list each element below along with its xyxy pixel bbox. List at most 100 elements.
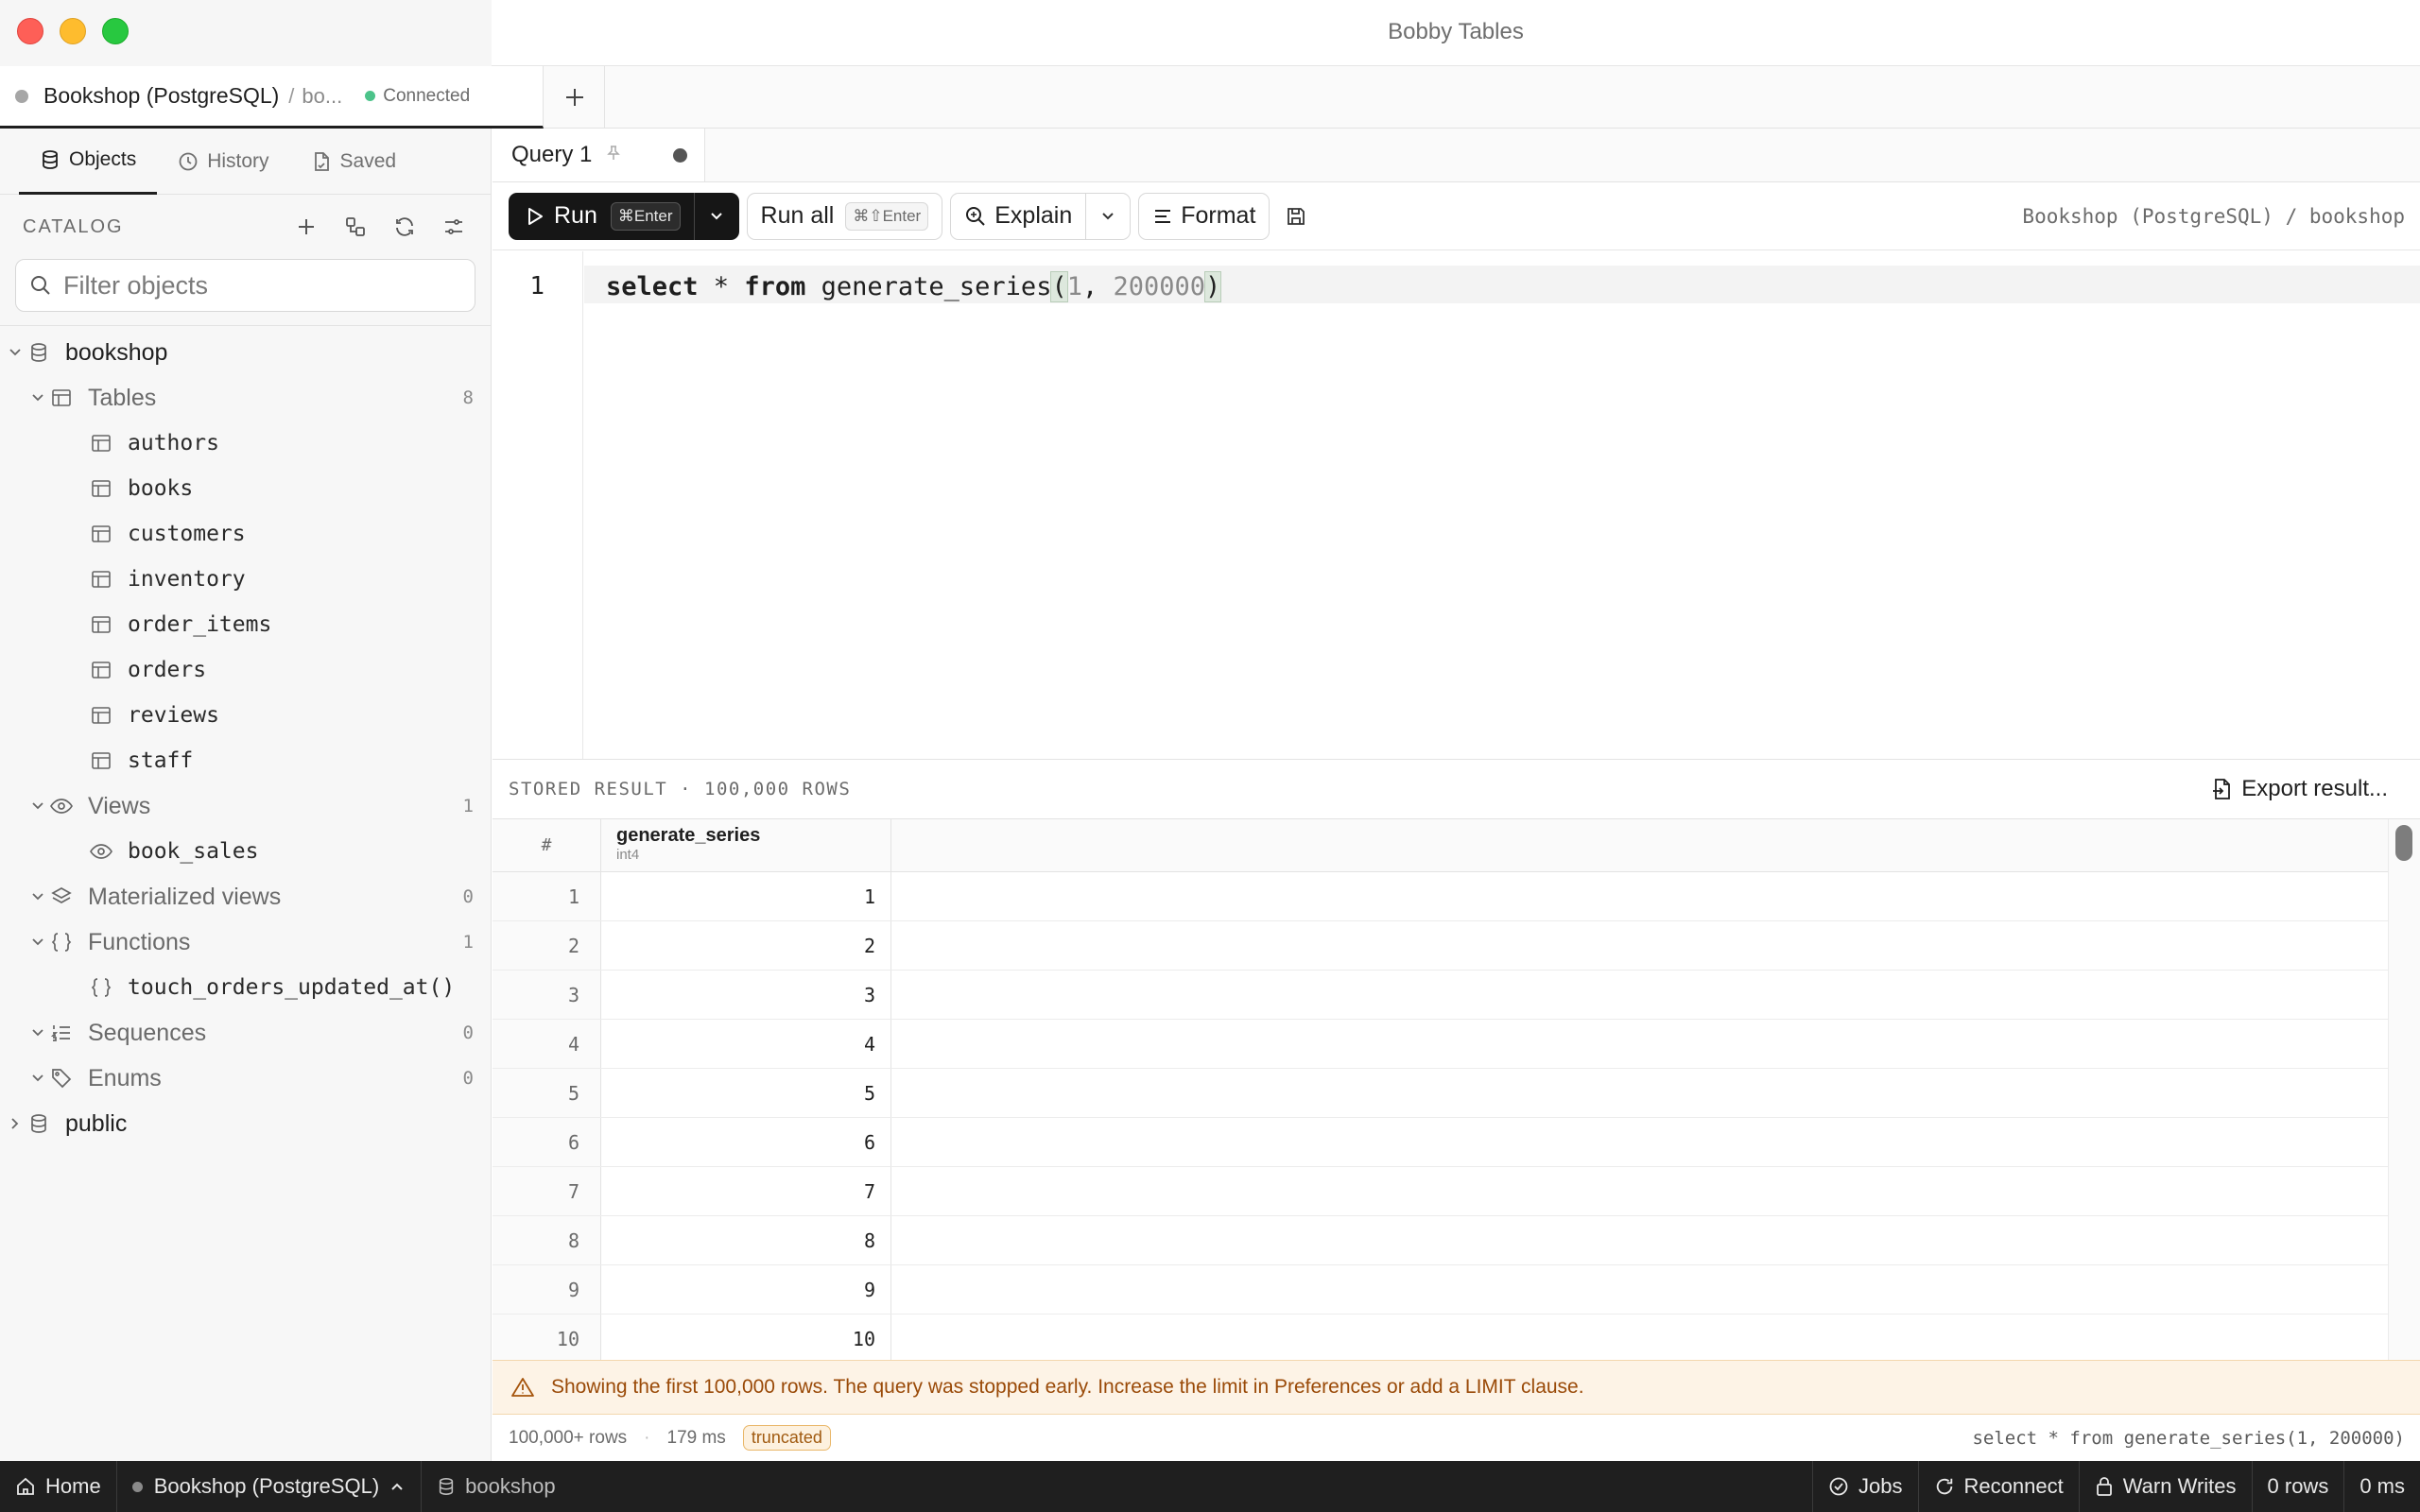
tree-group-functions[interactable]: Functions 1: [0, 919, 491, 965]
table-row[interactable]: 55: [493, 1069, 2420, 1118]
chevron-down-icon[interactable]: [27, 799, 48, 814]
filter-objects-field[interactable]: [15, 259, 475, 312]
sliders-icon: [445, 219, 462, 234]
table-cell[interactable]: 3: [601, 971, 891, 1019]
tab-history[interactable]: History: [157, 129, 289, 195]
pin-icon[interactable]: [605, 142, 622, 168]
tree-function-item[interactable]: touch_orders_updated_at(): [0, 965, 491, 1010]
result-grid[interactable]: # generate_series int4 11223344556677889…: [493, 819, 2420, 1360]
tree-table-item[interactable]: customers: [0, 511, 491, 557]
tree-group-enums[interactable]: Enums 0: [0, 1056, 491, 1101]
connection-switcher[interactable]: Bookshop (PostgreSQL): [117, 1461, 423, 1512]
refresh-icon: [1936, 1478, 1952, 1495]
chevron-down-icon[interactable]: [27, 1025, 48, 1040]
chevron-down-icon[interactable]: [27, 889, 48, 904]
table-cell[interactable]: 7: [601, 1167, 891, 1215]
reconnect-button[interactable]: Reconnect: [1917, 1461, 2079, 1512]
table-row[interactable]: 33: [493, 971, 2420, 1020]
refresh-catalog-button[interactable]: [390, 213, 419, 241]
warning-icon: [511, 1378, 534, 1397]
tree-group-materialized-views[interactable]: Materialized views 0: [0, 874, 491, 919]
chevron-down-icon[interactable]: [27, 1071, 48, 1086]
executed-query-text: select * from generate_series(1, 200000): [1972, 1427, 2405, 1449]
vertical-scrollbar-track[interactable]: [2388, 819, 2420, 1360]
schema-diagram-button[interactable]: [341, 213, 370, 241]
home-button[interactable]: Home: [0, 1461, 117, 1512]
minimize-window-button[interactable]: [60, 18, 86, 44]
close-window-button[interactable]: [17, 18, 43, 44]
table-row[interactable]: 99: [493, 1265, 2420, 1314]
filter-objects-input[interactable]: [63, 270, 460, 301]
export-result-button[interactable]: Export result...: [2211, 776, 2388, 802]
table-row[interactable]: 77: [493, 1167, 2420, 1216]
table-cell[interactable]: 10: [601, 1314, 891, 1360]
tree-table-item[interactable]: orders: [0, 647, 491, 693]
tree-table-item[interactable]: staff: [0, 738, 491, 783]
chevron-down-icon[interactable]: [5, 345, 26, 360]
zoom-window-button[interactable]: [102, 18, 129, 44]
sql-editor[interactable]: 1 select * from generate_series(1, 20000…: [493, 251, 2420, 759]
table-row[interactable]: 44: [493, 1020, 2420, 1069]
run-all-button[interactable]: Run all ⌘⇧Enter: [746, 192, 943, 240]
explain-button[interactable]: Explain: [951, 193, 1087, 239]
result-title: STORED RESULT · 100,000 ROWS: [509, 779, 852, 799]
tab-objects[interactable]: Objects: [19, 129, 158, 195]
truncated-badge: truncated: [742, 1425, 831, 1451]
tree-group-sequences[interactable]: Sequences 0: [0, 1010, 491, 1056]
explain-options-dropdown[interactable]: [1086, 194, 1130, 239]
database-icon: [43, 150, 58, 169]
warn-writes-label: Warn Writes: [2122, 1474, 2237, 1498]
catalog-settings-button[interactable]: [440, 213, 468, 241]
table-cell[interactable]: 2: [601, 921, 891, 970]
row-count-indicator: 0 rows: [2251, 1461, 2344, 1512]
grid-header-row: # generate_series int4: [493, 819, 2420, 872]
tree-schema-public[interactable]: public: [0, 1101, 491, 1146]
table-row[interactable]: 88: [493, 1216, 2420, 1265]
catalog-label: CATALOG: [23, 215, 124, 237]
run-options-dropdown[interactable]: [693, 192, 739, 240]
tree-table-label: orders: [128, 658, 207, 682]
tree-schema-bookshop[interactable]: bookshop: [0, 330, 491, 375]
table-cell[interactable]: 5: [601, 1069, 891, 1117]
table-row[interactable]: 11: [493, 872, 2420, 921]
connection-separator: /: [288, 83, 295, 108]
tree-group-count: 0: [462, 886, 474, 907]
tree-table-item[interactable]: authors: [0, 421, 491, 466]
table-cell[interactable]: 1: [601, 872, 891, 920]
warn-writes-toggle[interactable]: Warn Writes: [2078, 1461, 2252, 1512]
chevron-down-icon[interactable]: [27, 935, 48, 950]
table-cell[interactable]: 6: [601, 1118, 891, 1166]
tree-table-item[interactable]: reviews: [0, 693, 491, 738]
table-cell[interactable]: 8: [601, 1216, 891, 1264]
format-button[interactable]: Format: [1138, 192, 1270, 240]
tree-table-item[interactable]: books: [0, 466, 491, 511]
table-row[interactable]: 66: [493, 1118, 2420, 1167]
chevron-down-icon[interactable]: [27, 390, 48, 405]
chevron-right-icon[interactable]: [5, 1116, 26, 1131]
tree-table-item[interactable]: order_items: [0, 602, 491, 647]
add-object-button[interactable]: [292, 213, 320, 241]
tab-query-1[interactable]: Query 1: [493, 129, 705, 181]
code-line[interactable]: select * from generate_series(1, 200000): [606, 271, 1222, 302]
new-connection-tab-button[interactable]: [544, 66, 605, 129]
vertical-scrollbar-thumb[interactable]: [2395, 825, 2412, 861]
connection-color-dot: [15, 89, 28, 103]
code-bracket: (: [1050, 271, 1068, 302]
explain-label: Explain: [994, 202, 1073, 229]
save-icon: [1288, 207, 1305, 225]
tree-group-tables[interactable]: Tables 8: [0, 375, 491, 421]
connection-tab[interactable]: Bookshop (PostgreSQL) / bo... Connected: [0, 66, 544, 129]
table-cell[interactable]: 9: [601, 1265, 891, 1314]
table-cell[interactable]: 4: [601, 1020, 891, 1068]
save-query-button[interactable]: [1277, 193, 1315, 240]
table-row[interactable]: 10 10: [493, 1314, 2420, 1360]
run-button[interactable]: Run ⌘Enter: [509, 192, 694, 240]
jobs-button[interactable]: Jobs: [1812, 1461, 1917, 1512]
tree-table-item[interactable]: inventory: [0, 557, 491, 602]
database-indicator[interactable]: bookshop: [422, 1461, 570, 1512]
tree-group-views[interactable]: Views 1: [0, 783, 491, 829]
tab-saved[interactable]: Saved: [290, 129, 418, 195]
column-header-generate-series[interactable]: generate_series int4: [601, 819, 891, 871]
tree-view-item[interactable]: book_sales: [0, 829, 491, 874]
table-row[interactable]: 22: [493, 921, 2420, 971]
